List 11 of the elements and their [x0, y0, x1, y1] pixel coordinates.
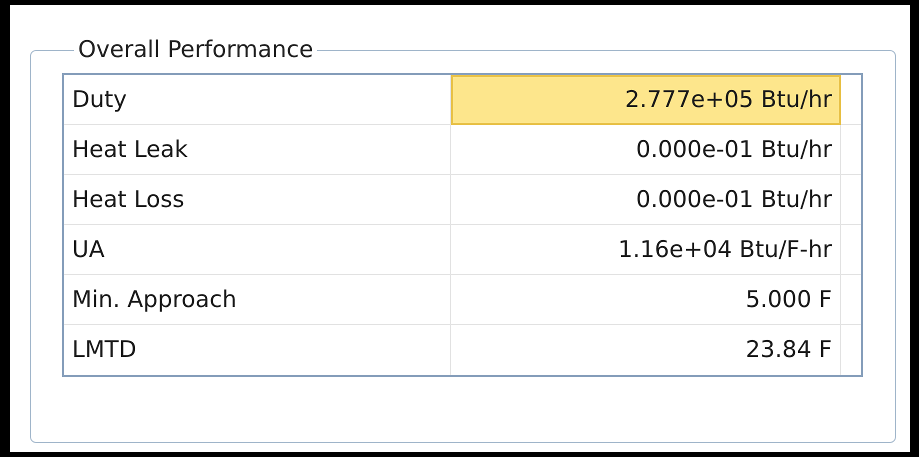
value-cell[interactable]: 2.777e+05 Btu/hr: [451, 75, 841, 125]
row-label: Duty: [64, 75, 451, 125]
value-cell[interactable]: 0.000e-01 Btu/hr: [451, 125, 841, 175]
value-cell[interactable]: 1.16e+04 Btu/F-hr: [451, 225, 841, 275]
value-cell[interactable]: 0.000e-01 Btu/hr: [451, 175, 841, 225]
row-label: Min. Approach: [64, 275, 451, 325]
row-label: Heat Loss: [64, 175, 451, 225]
value-cell[interactable]: 5.000 F: [451, 275, 841, 325]
row-label: Heat Leak: [64, 125, 451, 175]
group-title: Overall Performance: [77, 37, 314, 63]
row-label: UA: [64, 225, 451, 275]
